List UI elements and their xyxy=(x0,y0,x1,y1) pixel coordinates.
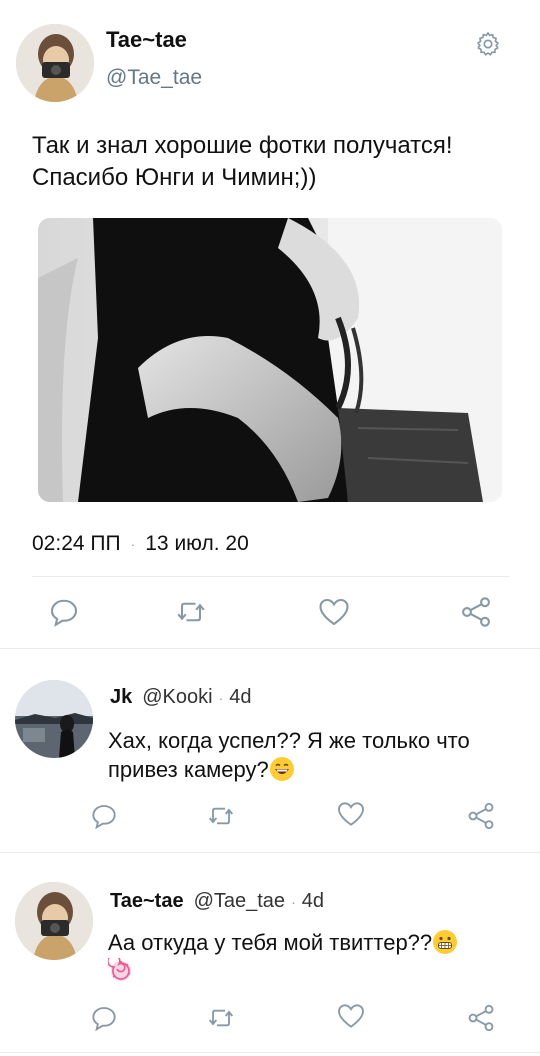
grinning-face-icon xyxy=(269,756,295,782)
reply-icon[interactable] xyxy=(46,594,82,630)
tweet-timestamp: 02:24 ПП · 13 июл. 20 xyxy=(32,532,249,556)
reply-icon[interactable] xyxy=(88,800,120,832)
reply-text: Хах, когда успел?? Я же только что приве… xyxy=(108,726,518,784)
reply-icon[interactable] xyxy=(88,1002,120,1034)
share-icon[interactable] xyxy=(465,1002,497,1034)
author-avatar[interactable] xyxy=(16,24,94,102)
retweet-icon[interactable] xyxy=(205,800,237,832)
divider xyxy=(32,576,510,577)
reply-avatar[interactable] xyxy=(15,680,93,758)
retweet-icon[interactable] xyxy=(205,1002,237,1034)
reply-avatar[interactable] xyxy=(15,882,93,960)
gear-icon[interactable] xyxy=(474,30,502,58)
reply-author-name[interactable]: Jk xyxy=(110,686,132,708)
heart-icon[interactable] xyxy=(316,594,352,630)
reply-time: 4d xyxy=(301,890,324,912)
share-icon[interactable] xyxy=(458,594,494,630)
reply-author-handle[interactable]: @Tae_tae xyxy=(194,890,285,912)
tweet-text: Так и знал хорошие фотки получатся! Спас… xyxy=(32,132,453,191)
reply-author-handle[interactable]: @Kooki xyxy=(142,686,212,708)
heart-icon[interactable] xyxy=(335,798,367,830)
grimacing-face-icon xyxy=(432,929,458,955)
tweet-time: 02:24 ПП xyxy=(32,532,121,555)
reply-time: 4d xyxy=(229,686,252,708)
author-handle[interactable]: @Tae_tae xyxy=(106,66,202,90)
tweet-photo[interactable] xyxy=(38,218,502,502)
lollipop-icon xyxy=(107,954,134,984)
share-icon[interactable] xyxy=(465,800,497,832)
section-divider xyxy=(0,648,540,649)
reply-text: Аа откуда у тебя мой твиттер?? xyxy=(107,928,518,986)
reply-header: Tae~tae @Tae_tae · 4d xyxy=(110,890,324,913)
reply-header: Jk @Kooki · 4d xyxy=(110,686,252,709)
section-divider xyxy=(0,852,540,853)
reply-separator: · xyxy=(218,689,224,706)
retweet-icon[interactable] xyxy=(173,594,209,630)
section-divider xyxy=(0,1052,540,1053)
author-name[interactable]: Tae~tae xyxy=(106,27,187,53)
reply-author-name[interactable]: Tae~tae xyxy=(110,890,184,912)
reply-text-content: Аа откуда у тебя мой твиттер?? xyxy=(108,930,433,955)
tweet-date: 13 июл. 20 xyxy=(145,532,249,555)
meta-separator: · xyxy=(130,536,136,553)
heart-icon[interactable] xyxy=(335,1000,367,1032)
reply-separator: · xyxy=(291,893,296,910)
